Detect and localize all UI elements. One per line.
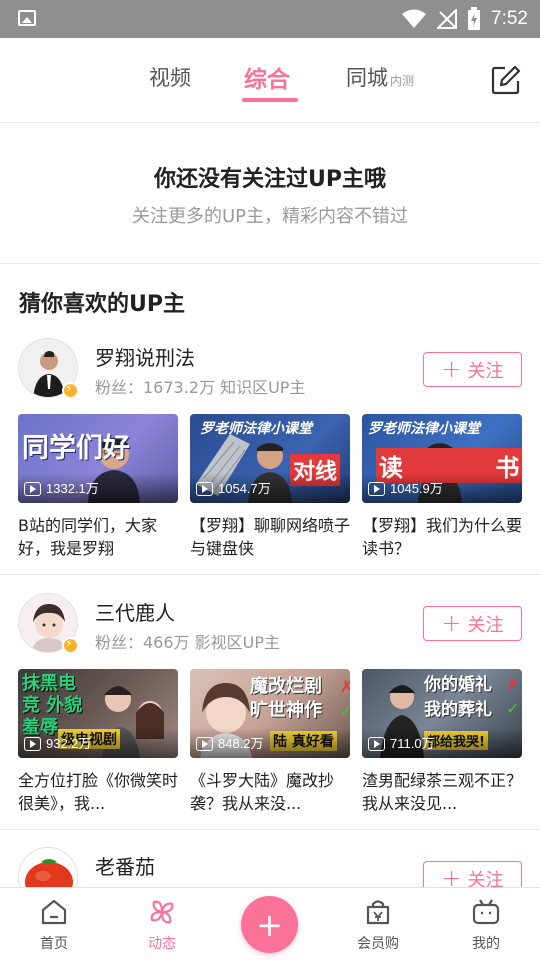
- play-count-icon: [368, 737, 385, 751]
- play-count-icon: [368, 482, 385, 496]
- clock: 7:52: [491, 8, 528, 29]
- video-title: 全方位打脸《你微笑时很美》，我...: [18, 771, 178, 813]
- nav-home[interactable]: 首页: [14, 888, 94, 960]
- empty-follow-state: 你还没有关注过UP主哦 关注更多的UP主，精彩内容不错过: [0, 123, 540, 264]
- video-title: 【罗翔】我们为什么要读书？: [362, 516, 522, 558]
- play-count-icon: [24, 482, 41, 496]
- up-name[interactable]: 三代鹿人: [95, 597, 175, 626]
- tab-local[interactable]: 同城 内测: [346, 62, 414, 92]
- video-thumbnail[interactable]: 罗老师法律小课堂 对线 1054.7万: [190, 414, 350, 503]
- video-title: 【罗翔】聊聊网络喷子与键盘侠: [190, 516, 350, 558]
- video-thumbnail[interactable]: 罗老师法律小课堂 读 书 1045.9万: [362, 414, 522, 503]
- play-count: 711.0万: [390, 736, 435, 751]
- pinwheel-icon: [150, 900, 174, 924]
- top-tab-bar: 视频 综合 同城 内测: [0, 38, 540, 123]
- plus-icon: +: [441, 863, 462, 892]
- no-signal-icon: [437, 9, 458, 29]
- tab-video[interactable]: 视频: [149, 62, 191, 92]
- follow-button[interactable]: + 关注: [423, 352, 522, 387]
- play-count-icon: [24, 737, 41, 751]
- video-thumbnail[interactable]: 你的婚礼 我的葬礼 ✗ ✓ 都给我哭! 711.0万: [362, 669, 522, 758]
- tv-icon: [472, 899, 500, 925]
- divider: [0, 829, 540, 830]
- up-meta: 粉丝：466万 影视区UP主: [95, 633, 280, 652]
- nav-dynamic[interactable]: 动态: [122, 888, 202, 960]
- system-icons: 7:52: [401, 6, 528, 32]
- plus-icon: +: [441, 354, 462, 383]
- video-thumbnail[interactable]: 抹黑电竞 外貌羞辱 级电视剧 932.2万: [18, 669, 178, 758]
- nav-mine[interactable]: 我的: [446, 888, 526, 960]
- empty-title: 你还没有关注过UP主哦: [154, 167, 386, 192]
- follow-button[interactable]: + 关注: [423, 606, 522, 641]
- status-bar: 7:52: [0, 0, 540, 38]
- home-icon: [41, 899, 67, 925]
- empty-subtitle: 关注更多的UP主，精彩内容不错过: [131, 206, 409, 227]
- video-title: 渣男配绿茶三观不正？我从来没见...: [362, 771, 522, 813]
- bottom-nav: 首页 动态 + 会员购 我的: [0, 887, 540, 960]
- play-count: 848.2万: [218, 736, 264, 751]
- up-name[interactable]: 罗翔说刑法: [95, 342, 195, 371]
- play-count: 932.2万: [46, 736, 92, 751]
- up-meta: 粉丝：1673.2万 知识区UP主: [95, 378, 306, 397]
- verified-badge: [62, 637, 79, 654]
- video-thumbnail[interactable]: 同学们好 1332.1万: [18, 414, 178, 503]
- tab-general[interactable]: 综合: [244, 60, 290, 94]
- play-count: 1332.1万: [46, 481, 99, 496]
- wifi-icon: [402, 9, 427, 28]
- nav-member-shop[interactable]: 会员购: [338, 888, 418, 960]
- play-count-icon: [196, 482, 213, 496]
- plus-icon: +: [441, 608, 462, 637]
- section-title: 猜你喜欢的UP主: [19, 292, 185, 317]
- image-notification-icon: [18, 10, 36, 26]
- play-count: 1045.9万: [390, 481, 443, 496]
- plus-icon: +: [256, 905, 283, 944]
- up-name[interactable]: 老番茄: [95, 851, 155, 880]
- shopping-bag-icon: [366, 900, 390, 925]
- post-button[interactable]: +: [241, 896, 298, 953]
- video-title: B站的同学们，大家好，我是罗翔: [18, 516, 157, 558]
- video-thumbnail[interactable]: 魔改烂剧 旷世神作 ✗ ✓ 陆 真好看 848.2万: [190, 669, 350, 758]
- video-title: 《斗罗大陆》魔改抄袭？我从来没...: [190, 771, 335, 813]
- play-count: 1054.7万: [218, 481, 271, 496]
- play-count-icon: [196, 737, 213, 751]
- verified-badge: [62, 382, 79, 399]
- active-tab-indicator: [242, 98, 298, 102]
- edit-icon[interactable]: [491, 65, 521, 95]
- divider: [0, 574, 540, 575]
- battery-charging-icon: [468, 7, 481, 30]
- beta-tag: 内测: [390, 74, 415, 88]
